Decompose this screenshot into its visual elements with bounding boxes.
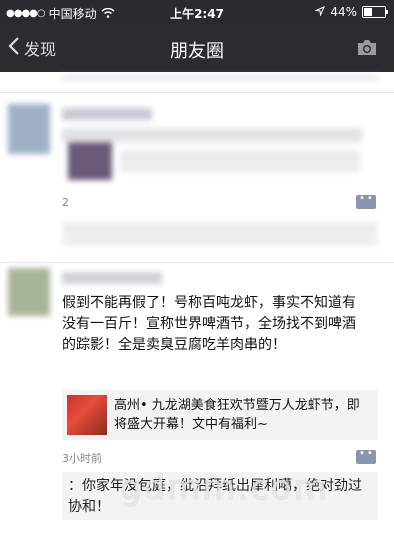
battery-percent: 44% xyxy=(330,5,357,19)
username[interactable] xyxy=(62,108,152,120)
comment-icon[interactable] xyxy=(356,193,376,209)
link-thumbnail xyxy=(67,395,107,435)
page-title: 朋友圈 xyxy=(170,41,224,62)
timestamp: 2 xyxy=(62,196,69,209)
username[interactable] xyxy=(62,272,162,284)
comment-box xyxy=(62,222,378,246)
divider xyxy=(0,262,394,263)
avatar[interactable] xyxy=(8,268,50,316)
battery-icon xyxy=(362,6,388,18)
shared-link-card[interactable]: 高州• 九龙湖美食狂欢节暨万人龙虾节，即将盛大开幕！文中有福利~ xyxy=(62,390,378,440)
divider xyxy=(0,92,394,93)
status-bar: ●●●●○ 中国移动 上午2:47 44% xyxy=(0,0,394,24)
post-text: 假到不能再假了！号称百吨龙虾，事实不知道有没有一百斤！宣称世界啤酒节，全场找不到… xyxy=(62,295,356,353)
avatar[interactable] xyxy=(8,104,50,154)
comment-icon[interactable] xyxy=(356,448,376,464)
status-right: 44% xyxy=(314,5,388,19)
location-icon xyxy=(314,5,326,19)
post-text xyxy=(62,128,362,142)
watermark: gdmm.com xyxy=(120,468,329,508)
link-title: 高州• 九龙湖美食狂欢节暨万人龙虾节，即将盛大开幕！文中有福利~ xyxy=(114,398,360,432)
post-image[interactable] xyxy=(68,142,112,180)
previous-post-remnant xyxy=(62,76,378,80)
post-content-block xyxy=(120,150,360,172)
timestamp: 3小时前 xyxy=(62,452,102,465)
camera-icon[interactable] xyxy=(356,39,378,61)
nav-bar: 发现 朋友圈 xyxy=(0,24,394,72)
